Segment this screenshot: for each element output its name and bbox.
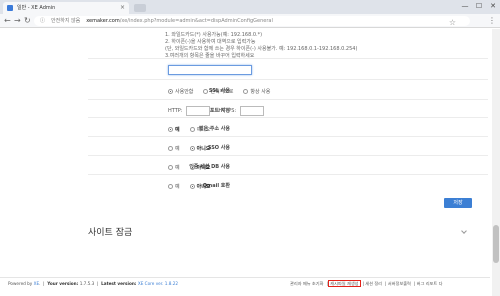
chevron-down-icon[interactable]	[461, 228, 467, 234]
close-window-icon[interactable]: ✕	[486, 0, 500, 14]
short-url-no-radio[interactable]	[189, 126, 195, 132]
your-version-value: 1.7.5.3	[79, 281, 95, 286]
default-url-row: 기본 URL	[88, 58, 488, 80]
http-label: HTTP:	[168, 108, 183, 114]
db-session-yes-label: 예	[175, 164, 180, 171]
qmail-no-label: 아니오	[196, 183, 211, 190]
reset-admin-menu-link[interactable]: 관리자 메뉴 초기화	[290, 281, 323, 286]
http-port-input[interactable]	[186, 106, 211, 116]
regenerate-cache-link[interactable]: 캐시파일 재생성	[328, 280, 361, 287]
default-url-input[interactable]	[168, 65, 252, 75]
ssl-optional-label: 선택적으로	[210, 88, 234, 95]
db-session-yes-radio[interactable]	[168, 164, 173, 170]
latest-version-label: Latest version:	[101, 281, 137, 286]
https-port-input[interactable]	[240, 106, 265, 116]
back-arrow-icon[interactable]: ←	[4, 14, 11, 28]
help-line-1: 1. 와일드카드(*) 사용가능(예: 192.168.0.*)	[165, 32, 263, 38]
footer-versions: Powered by XE. | Your version: 1.7.5.3 |…	[8, 281, 179, 286]
sso-yes-label: 예	[175, 145, 180, 152]
sso-no-radio[interactable]	[189, 145, 195, 151]
sso-no-label: 아니오	[196, 145, 211, 152]
browser-tabbar: 일반 - XE Admin × — ☐ ✕	[0, 0, 500, 14]
new-tab-button[interactable]	[134, 4, 146, 12]
info-icon[interactable]: ⓘ	[40, 18, 45, 24]
address-bar[interactable]: ⓘ 안전하지 않음 xemaker.com/xe/index.php?module=…	[34, 16, 470, 26]
minimize-icon[interactable]: —	[458, 0, 472, 14]
browser-tab[interactable]: 일반 - XE Admin ×	[3, 2, 129, 14]
tab-close-icon[interactable]: ×	[120, 2, 125, 14]
qmail-yes-radio[interactable]	[168, 183, 173, 189]
profile-button[interactable]	[434, 0, 458, 14]
server-info-link[interactable]: 서버정보출력	[388, 281, 411, 286]
save-button[interactable]: 저장	[444, 198, 472, 208]
scrollbar-thumb[interactable]	[493, 225, 499, 263]
your-version-label: Your version:	[47, 281, 79, 286]
maximize-icon[interactable]: ☐	[472, 0, 486, 14]
help-line-3: (단, 와일드카드와 함께 쓰는 경우 하이픈(-) 사용불가. 예: 192.…	[165, 46, 358, 52]
ssl-none-radio[interactable]	[168, 88, 173, 94]
ssl-none-label: 사용안함	[175, 88, 194, 95]
admin-footer: Powered by XE. | Your version: 1.7.5.3 |…	[0, 277, 490, 289]
url-path: /xe/index.php?module=admin&act=dispAdmin…	[119, 18, 273, 24]
sso-yes-radio[interactable]	[168, 145, 173, 151]
window-controls: — ☐ ✕	[434, 0, 500, 14]
qmail-row: Qmail 호환 예 아니오	[88, 174, 488, 196]
short-url-no-label: 아니오	[196, 126, 211, 133]
qmail-yes-label: 예	[175, 183, 180, 190]
powered-by-label: Powered by	[8, 281, 33, 286]
db-session-no-radio[interactable]	[189, 164, 195, 170]
browser-menu-icon[interactable]: ⋮	[488, 14, 496, 28]
ssl-optional-radio[interactable]	[203, 88, 209, 94]
site-lock-section-title[interactable]: 사이트 잠금	[88, 225, 132, 238]
qmail-no-radio[interactable]	[189, 183, 195, 189]
url-host: xemaker.com	[86, 18, 120, 24]
ssl-always-radio[interactable]	[243, 88, 249, 94]
security-label: 안전하지 않음	[51, 18, 81, 24]
bug-report-link[interactable]: 버그 리포트 다	[417, 281, 443, 286]
xe-favicon-icon	[7, 5, 13, 11]
xe-link[interactable]: XE	[34, 281, 40, 286]
ssl-row: SSL 사용 사용안함 선택적으로 항상 사용	[88, 79, 488, 101]
bookmark-star-icon[interactable]: ☆	[449, 17, 456, 26]
reload-icon[interactable]: ↻	[24, 14, 31, 28]
ssl-always-label: 항상 사용	[250, 88, 271, 95]
short-url-yes-radio[interactable]	[168, 126, 173, 132]
db-session-no-label: 아니오	[196, 164, 211, 171]
short-url-yes-label: 예	[175, 126, 180, 133]
footer-links: 관리자 메뉴 초기화 | 캐시파일 재생성 | 세션 정리 | 서버정보출력 | 버그 …	[290, 280, 443, 287]
https-label: HTTPS:	[218, 108, 237, 114]
help-line-2: 2. 하이픈(-)을 사용하여 대역으로 입력가능	[165, 39, 256, 45]
tab-title: 일반 - XE Admin	[17, 5, 56, 11]
clear-session-link[interactable]: 세션 정리	[365, 281, 382, 286]
browser-toolbar: ← → ↻ ⓘ 안전하지 않음 xemaker.com/xe/index.php?m…	[0, 14, 500, 28]
forward-arrow-icon[interactable]: →	[14, 14, 21, 28]
latest-version-link[interactable]: XE Core ver. 1.8.22	[138, 281, 178, 286]
